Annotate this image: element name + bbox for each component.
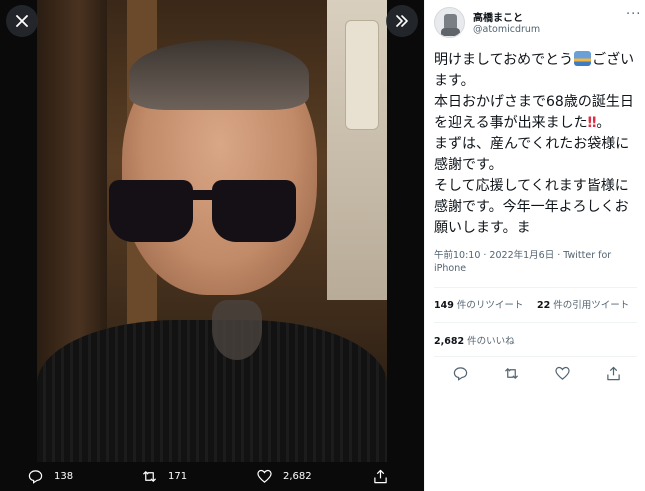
more-options-icon[interactable]: ··· (626, 7, 641, 22)
avatar[interactable] (434, 7, 465, 38)
photo-sunglasses-right (212, 180, 296, 242)
retweet-count: 171 (168, 471, 188, 482)
retweet-stat[interactable]: 149 件のリツイート (434, 297, 523, 311)
reply-icon[interactable] (453, 366, 468, 381)
photo-hair (129, 40, 309, 110)
avatar-figure-body (441, 28, 460, 36)
quote-stat-count: 22 (537, 300, 551, 311)
divider (434, 287, 637, 288)
retweet-icon[interactable] (504, 366, 519, 381)
reply-icon (28, 470, 43, 484)
author-name[interactable]: 高橋まこと (473, 9, 523, 24)
photo-wall-phone (345, 20, 379, 130)
divider (434, 356, 637, 357)
author-handle[interactable]: @atomicdrum (473, 24, 540, 35)
tweet-timestamp[interactable]: 午前10:10 · 2022年1月6日 · Twitter for iPhone (434, 249, 639, 275)
like-stat-count: 2,682 (434, 336, 465, 347)
tweet-photo[interactable] (37, 0, 387, 462)
tweet-text-part-1: 明けましておめでとう (434, 52, 574, 68)
expand-panel-button[interactable] (386, 5, 418, 37)
photo-beard (212, 300, 262, 360)
retweet-icon (142, 471, 157, 482)
reply-count: 138 (54, 471, 74, 482)
quote-stat[interactable]: 22 件の引用ツイート (537, 297, 629, 311)
tweet-text: 明けましておめでとう ございます。 本日おかげさまで68歳の誕生日を迎える事が出来… (434, 50, 639, 239)
heart-icon (257, 469, 272, 483)
viewer-action-bar: 138 171 2,682 (0, 462, 424, 491)
retweet-button[interactable]: 171 (142, 469, 187, 484)
like-stat-label: 件のいいね (464, 336, 515, 347)
like-button[interactable]: 2,682 (257, 469, 312, 484)
reply-button[interactable]: 138 (28, 469, 73, 484)
photo-sunglasses-left (109, 180, 193, 242)
tweet-action-bar (425, 364, 645, 384)
retweet-stat-label: 件のリツイート (453, 300, 524, 311)
retweet-stat-count: 149 (434, 300, 454, 311)
divider (434, 322, 637, 323)
photo-sunglasses-bridge (187, 190, 217, 200)
tweet-text-part-4: 。 まずは、産んでくれたお袋様に感謝です。 そして応援してくれます皆様に感謝です… (434, 115, 630, 236)
close-icon (16, 15, 28, 27)
share-button[interactable] (373, 469, 388, 484)
share-icon[interactable] (606, 366, 621, 381)
like-count: 2,682 (283, 471, 312, 482)
tweet-detail-panel: 高橋まこと @atomicdrum ··· 明けましておめでとう ございます。 本… (424, 0, 645, 491)
chevron-double-right-icon (396, 15, 408, 27)
close-button[interactable] (6, 5, 38, 37)
media-viewer: 138 171 2,682 (0, 0, 424, 491)
sunrise-emoji-icon (574, 51, 592, 66)
like-stat[interactable]: 2,682 件のいいね (434, 333, 515, 347)
share-icon (374, 469, 387, 484)
quote-stat-label: 件の引用ツイート (550, 300, 630, 311)
heart-icon[interactable] (555, 366, 570, 381)
photo-sweater (37, 320, 387, 462)
